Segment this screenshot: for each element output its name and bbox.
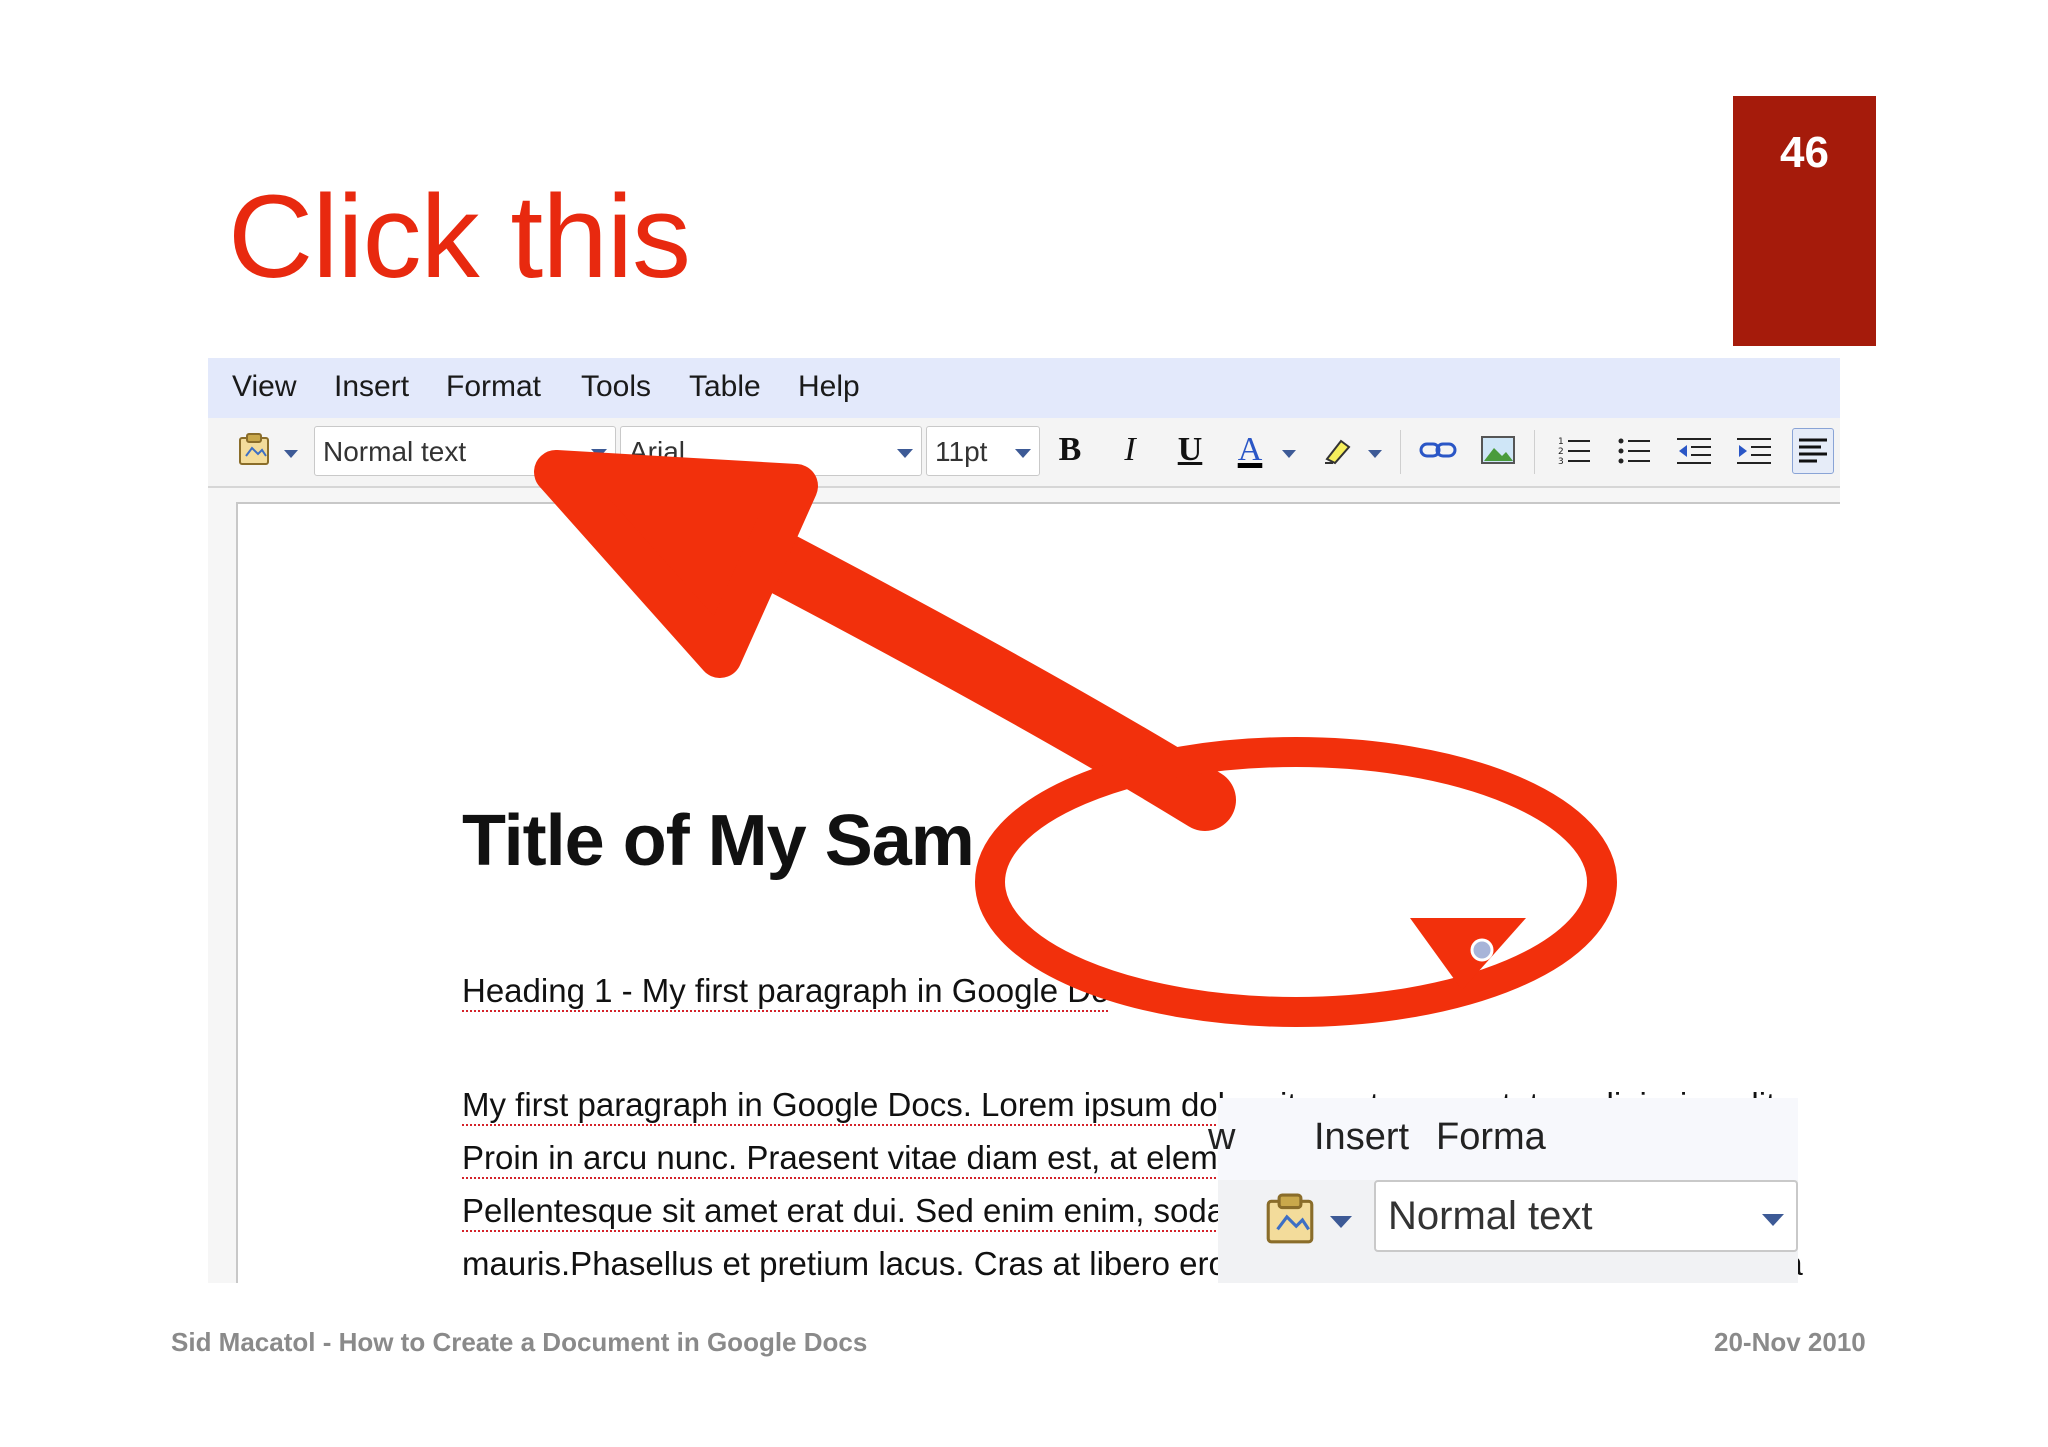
menu-tools[interactable]: Tools <box>581 370 651 404</box>
footer-date: 20-Nov 2010 <box>1714 1327 1866 1357</box>
align-left-icon[interactable] <box>1792 428 1834 474</box>
toolbar-divider <box>1400 430 1401 474</box>
page-number: 46 <box>1780 128 1829 177</box>
link-icon[interactable] <box>1418 428 1458 472</box>
highlight-dropdown-icon[interactable] <box>1368 450 1382 458</box>
zoom-menu-format[interactable]: Forma <box>1436 1116 1546 1159</box>
zoom-toolbar: Normal text <box>1218 1180 1798 1283</box>
document-heading-1[interactable]: Heading 1 - My first paragraph in Google… <box>462 972 1110 1010</box>
zoom-select-chevron-icon <box>1762 1214 1784 1226</box>
menu-table[interactable]: Table <box>689 370 761 404</box>
italic-button[interactable]: I <box>1110 428 1150 472</box>
font-size-select[interactable]: 11pt <box>926 426 1040 476</box>
zoom-callout: w Insert Forma Normal text <box>1208 1098 1798 1283</box>
decrease-indent-icon[interactable] <box>1674 428 1714 472</box>
image-icon[interactable] <box>1478 428 1518 472</box>
footer-author: Sid Macatol - How to Create a Document i… <box>171 1327 868 1357</box>
slide-title: Click this <box>228 171 691 303</box>
zoom-style-select-value: Normal text <box>1388 1194 1593 1238</box>
docs-screenshot: View Insert Format Tools Table Help Norm… <box>208 358 1840 1283</box>
menu-help[interactable]: Help <box>798 370 860 404</box>
menu-view[interactable]: View <box>232 370 296 404</box>
numbered-list-icon[interactable]: 123 <box>1554 428 1594 472</box>
styles-icon[interactable] <box>234 428 274 472</box>
style-select-value: Normal text <box>323 436 467 467</box>
document-title[interactable]: Title of My Sam <box>462 800 975 882</box>
styles-dropdown-icon[interactable] <box>284 450 298 458</box>
menu-format[interactable]: Format <box>446 370 541 404</box>
menu-insert[interactable]: Insert <box>334 370 409 404</box>
bullet-list-icon[interactable] <box>1614 428 1654 472</box>
zoom-style-select[interactable]: Normal text <box>1374 1180 1798 1252</box>
font-size-value: 11pt <box>935 436 988 467</box>
svg-text:3: 3 <box>1558 457 1564 467</box>
underline-button[interactable]: U <box>1170 428 1210 472</box>
bold-button[interactable]: B <box>1050 428 1090 472</box>
chevron-down-icon <box>591 449 607 458</box>
toolbar: Normal text Arial 11pt B I U A 123 <box>208 418 1840 488</box>
page-number-badge: 46 <box>1733 96 1876 346</box>
svg-text:1: 1 <box>1558 437 1564 447</box>
chevron-down-icon <box>1015 449 1031 458</box>
zoom-styles-icon[interactable] <box>1262 1192 1318 1253</box>
chevron-down-icon <box>897 449 913 458</box>
font-select-value: Arial <box>629 436 686 467</box>
text-color-dropdown-icon[interactable] <box>1282 450 1296 458</box>
zoom-chevron-down-icon <box>1330 1216 1352 1228</box>
text-color-button[interactable]: A <box>1230 428 1270 472</box>
zoom-menu-view-fragment: w <box>1208 1116 1236 1158</box>
toolbar-divider <box>1534 430 1535 474</box>
svg-text:2: 2 <box>1558 447 1564 457</box>
increase-indent-icon[interactable] <box>1734 428 1774 472</box>
zoom-menu-insert[interactable]: Insert <box>1314 1116 1409 1159</box>
highlight-icon[interactable] <box>1318 428 1358 472</box>
menubar: View Insert Format Tools Table Help <box>208 358 1840 418</box>
font-select[interactable]: Arial <box>620 426 922 476</box>
style-select[interactable]: Normal text <box>314 426 616 476</box>
